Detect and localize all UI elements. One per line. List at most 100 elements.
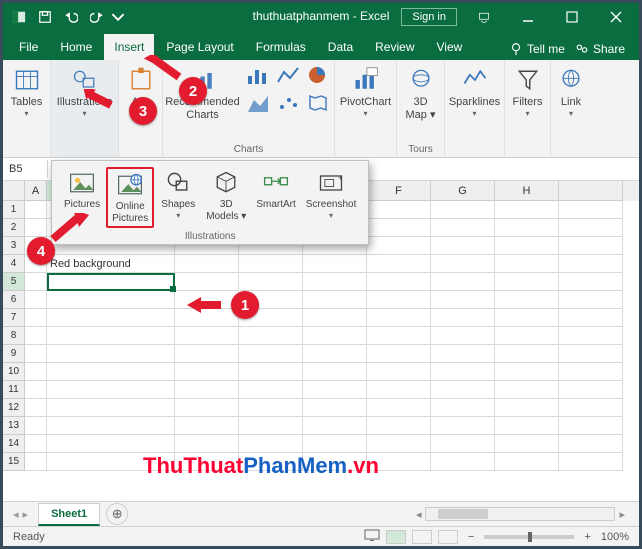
tab-formulas[interactable]: Formulas [246,34,316,60]
cell[interactable] [239,453,303,471]
row-header[interactable]: 13 [3,417,25,435]
cell[interactable] [559,399,623,417]
chart-line-icon[interactable] [276,64,304,90]
cell[interactable] [559,435,623,453]
cell[interactable] [559,327,623,345]
screenshot-button[interactable]: +Screenshot▾ [302,167,361,228]
row-header[interactable]: 12 [3,399,25,417]
cell[interactable] [303,345,367,363]
cell[interactable] [559,201,623,219]
shapes-button[interactable]: Shapes▾ [156,167,200,228]
cell[interactable] [303,453,367,471]
cell[interactable] [431,201,495,219]
col-header-g[interactable]: G [431,181,495,201]
cell[interactable] [495,345,559,363]
cell[interactable] [431,381,495,399]
sheet-nav-next[interactable]: ▸ [23,508,29,521]
cell[interactable] [495,453,559,471]
tab-file[interactable]: File [9,34,48,60]
cell[interactable] [25,345,47,363]
cell[interactable] [495,363,559,381]
tab-view[interactable]: View [427,34,473,60]
cell[interactable] [367,363,431,381]
cell[interactable] [175,273,239,291]
cell[interactable] [25,453,47,471]
3d-map-button[interactable]: 3DMap ▾ [399,64,443,124]
cell[interactable] [367,201,431,219]
cell[interactable] [25,399,47,417]
cell[interactable] [303,435,367,453]
smartart-button[interactable]: SmartArt [252,167,299,228]
hscroll-right[interactable]: ▸ [615,508,629,521]
cell[interactable] [25,327,47,345]
cell[interactable] [175,381,239,399]
cell[interactable] [431,291,495,309]
tab-home[interactable]: Home [50,34,102,60]
cell[interactable] [559,417,623,435]
cell[interactable] [239,273,303,291]
cell[interactable] [495,273,559,291]
chart-pie-icon[interactable] [306,64,334,90]
row-header[interactable]: 3 [3,237,25,255]
sparklines-button[interactable]: Sparklines▾ [447,64,502,121]
cell[interactable] [431,273,495,291]
col-header-h[interactable]: H [495,181,559,201]
cell[interactable] [25,435,47,453]
row-header[interactable]: 1 [3,201,25,219]
zoom-out-button[interactable]: − [464,531,478,543]
cell[interactable] [431,237,495,255]
cell[interactable] [431,345,495,363]
cell[interactable] [239,345,303,363]
cell[interactable] [239,363,303,381]
row-header[interactable]: 7 [3,309,25,327]
cell[interactable] [175,417,239,435]
cell[interactable] [239,381,303,399]
view-pagelayout-button[interactable] [412,530,432,544]
zoom-in-button[interactable]: + [580,531,594,543]
cell[interactable] [239,417,303,435]
cell[interactable] [367,255,431,273]
cell[interactable] [47,381,175,399]
cell[interactable]: Red background [47,255,175,273]
cell[interactable] [25,201,47,219]
cell[interactable] [431,219,495,237]
cell[interactable] [367,399,431,417]
cell[interactable] [47,435,175,453]
cell[interactable] [239,255,303,273]
col-header-a[interactable]: A [25,181,47,201]
cell[interactable] [47,327,175,345]
row-header[interactable]: 4 [3,255,25,273]
pivotchart-button[interactable]: PivotChart▾ [338,64,393,121]
cell[interactable] [559,381,623,399]
chart-gallery[interactable] [246,64,334,124]
cell[interactable] [303,309,367,327]
tab-data[interactable]: Data [318,34,363,60]
online-pictures-button[interactable]: OnlinePictures [106,167,154,228]
cell[interactable] [47,309,175,327]
row-header[interactable]: 5 [3,273,25,291]
signin-button[interactable]: Sign in [401,8,457,26]
name-box[interactable]: B5 [3,160,48,178]
cell[interactable] [559,219,623,237]
cell[interactable] [175,363,239,381]
links-button[interactable]: Link▾ [549,64,593,121]
redo-button[interactable] [85,5,109,29]
select-all-corner[interactable] [3,181,25,201]
cell[interactable] [431,327,495,345]
cell[interactable] [303,255,367,273]
view-normal-button[interactable] [386,530,406,544]
hscroll-left[interactable]: ◂ [412,508,426,521]
chart-area-icon[interactable] [246,92,274,118]
cell[interactable] [303,291,367,309]
cell[interactable] [303,273,367,291]
cell[interactable] [431,399,495,417]
cell[interactable] [495,327,559,345]
cell[interactable] [47,345,175,363]
cell[interactable] [431,363,495,381]
row-header[interactable]: 6 [3,291,25,309]
view-pagebreak-button[interactable] [438,530,458,544]
row-header[interactable]: 2 [3,219,25,237]
cell[interactable] [431,435,495,453]
cell[interactable] [367,291,431,309]
cell[interactable] [495,309,559,327]
